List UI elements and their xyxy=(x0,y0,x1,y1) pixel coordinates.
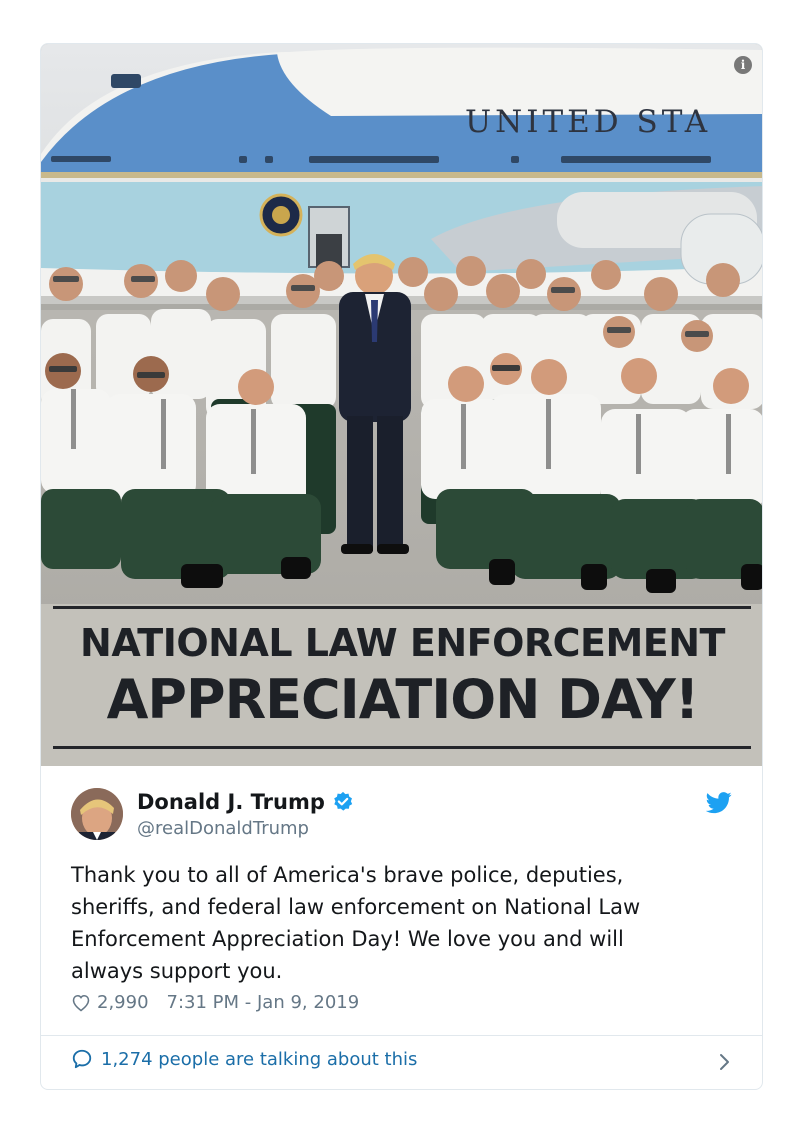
author-name[interactable]: Donald J. Trump xyxy=(137,790,325,814)
card-divider xyxy=(41,1035,762,1036)
avatar-image xyxy=(71,788,123,840)
info-icon[interactable]: i xyxy=(734,56,752,74)
tweet-text: Thank you to all of America's brave poli… xyxy=(71,859,731,987)
plane-lettering: UNITED STA xyxy=(465,104,712,140)
like-count[interactable]: 2,990 xyxy=(97,992,149,1013)
embedded-tweet-card[interactable]: UNITED STA i NATIONAL LAW ENFORCEMENT AP… xyxy=(40,43,763,1090)
speech-bubble-icon xyxy=(72,1049,92,1069)
tweet-meta: 2,990 7:31 PM - Jan 9, 2019 xyxy=(71,992,359,1013)
verified-badge-icon xyxy=(334,791,353,811)
tweet-timestamp[interactable]: 7:31 PM - Jan 9, 2019 xyxy=(167,992,360,1013)
conversation-link[interactable]: 1,274 people are talking about this xyxy=(71,1048,417,1070)
chevron-right-icon[interactable] xyxy=(718,1051,732,1073)
banner-bottom-rule xyxy=(53,746,751,749)
tweet-photo[interactable]: UNITED STA i NATIONAL LAW ENFORCEMENT AP… xyxy=(41,44,762,766)
tweet-text-line: always support you. xyxy=(71,959,283,983)
banner-headline-line1: NATIONAL LAW ENFORCEMENT xyxy=(80,621,725,665)
tweet-text-line: Thank you to all of America's brave poli… xyxy=(71,863,624,887)
twitter-bird-icon[interactable] xyxy=(706,792,732,814)
tweet-text-line: Enforcement Appreciation Day! We love yo… xyxy=(71,927,624,951)
tweet-text-line: sheriffs, and federal law enforcement on… xyxy=(71,895,641,919)
heart-icon[interactable] xyxy=(71,993,91,1013)
conversation-count-text[interactable]: 1,274 people are talking about this xyxy=(101,1049,417,1070)
banner-headline-line2: APPRECIATION DAY! xyxy=(106,668,700,731)
banner-top-rule xyxy=(53,606,751,609)
avatar[interactable] xyxy=(71,788,123,840)
author-handle[interactable]: @realDonaldTrump xyxy=(137,818,309,839)
author-name-row[interactable]: Donald J. Trump xyxy=(137,790,354,814)
